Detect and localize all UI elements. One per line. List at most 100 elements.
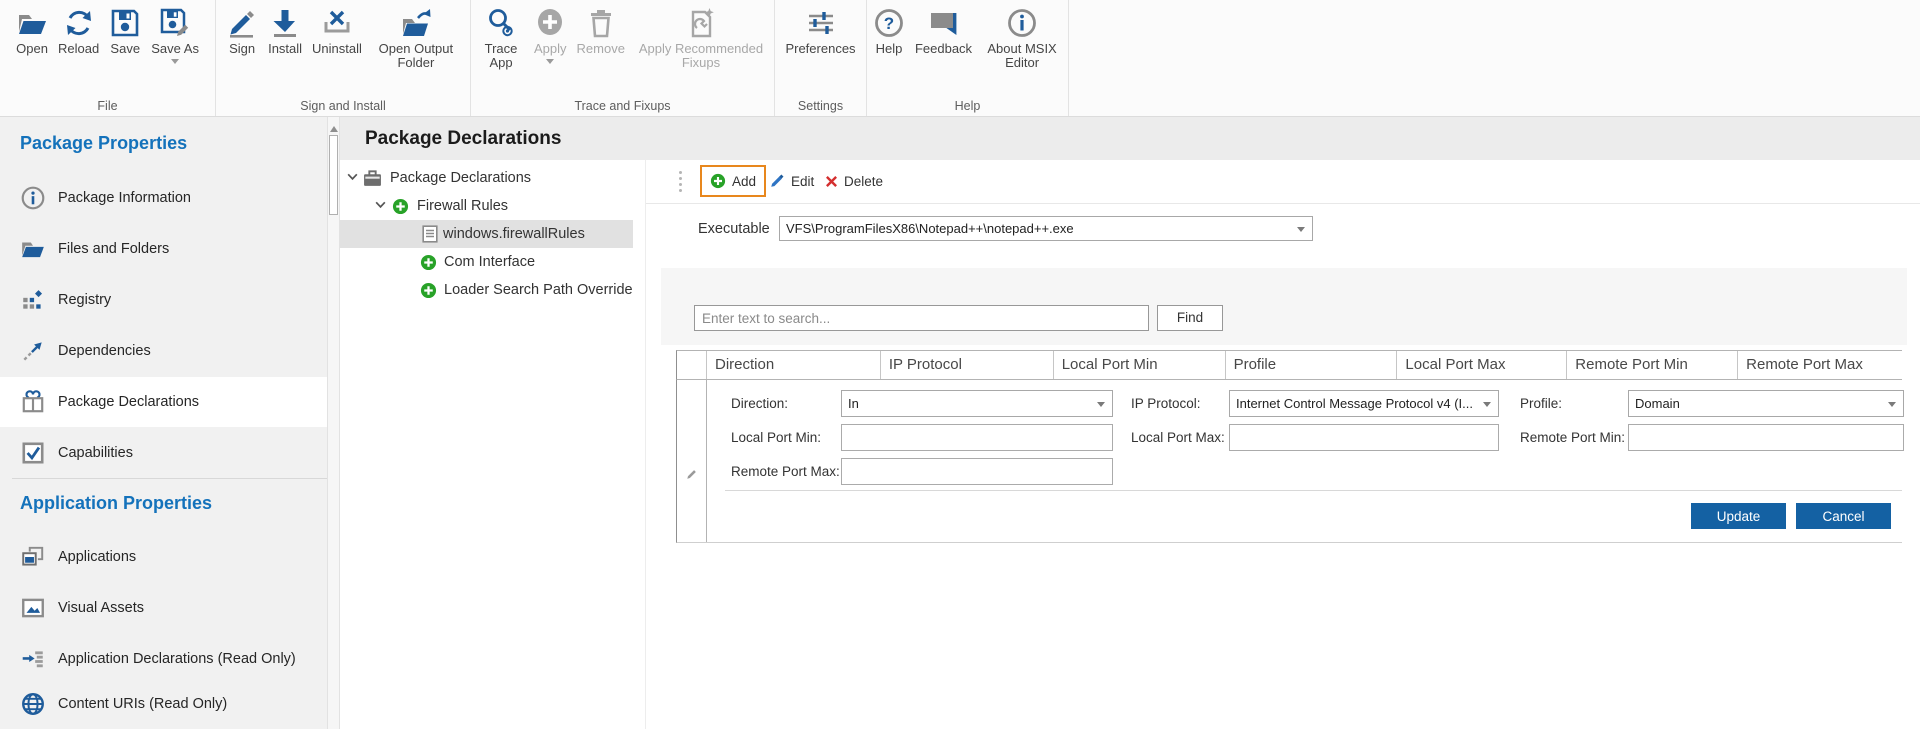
preferences-button[interactable]: Preferences <box>780 7 860 56</box>
globe-icon <box>20 691 46 717</box>
sidebar: Package Properties Package Information F… <box>0 117 327 729</box>
save-as-button[interactable]: Save As <box>146 7 204 68</box>
feedback-button-label: Feedback <box>915 42 972 56</box>
local-port-max-field-label: Local Port Max: <box>1131 424 1225 451</box>
column-header-remote-port-min[interactable]: Remote Port Min <box>1567 351 1738 379</box>
registry-icon <box>20 287 46 313</box>
edit-pencil-icon <box>769 173 785 189</box>
vertical-scrollbar[interactable] <box>327 117 340 729</box>
visual-assets-icon <box>20 595 46 621</box>
open-button-label: Open <box>16 42 48 56</box>
remote-port-max-input[interactable] <box>841 458 1113 485</box>
sign-button-label: Sign <box>229 42 255 56</box>
app-declarations-icon <box>20 646 46 672</box>
sidebar-item-package-information[interactable]: Package Information <box>0 173 327 223</box>
cancel-button[interactable]: Cancel <box>1796 503 1891 529</box>
tree-item-firewall-rules[interactable]: Firewall Rules <box>340 192 644 220</box>
toolbar-drag-handle[interactable] <box>679 171 682 192</box>
column-header-remote-port-max[interactable]: Remote Port Max <box>1738 351 1902 379</box>
ip-protocol-combobox[interactable]: Internet Control Message Protocol v4 (I.… <box>1229 390 1499 417</box>
apply-button-label: Apply <box>534 42 567 56</box>
remote-port-min-input[interactable] <box>1628 424 1904 451</box>
column-header-local-port-max[interactable]: Local Port Max <box>1397 351 1567 379</box>
sign-button[interactable]: Sign <box>221 7 263 56</box>
search-input[interactable] <box>694 305 1149 331</box>
sidebar-item-visual-assets[interactable]: Visual Assets <box>0 583 327 633</box>
local-port-min-input[interactable] <box>841 424 1113 451</box>
tree-item-com-interface[interactable]: Com Interface <box>340 248 644 276</box>
executable-value: VFS\ProgramFilesX86\Notepad++\notepad++.… <box>780 217 1294 240</box>
page-title: Package Declarations <box>365 117 561 160</box>
uninstall-button[interactable]: Uninstall <box>307 7 367 56</box>
msix-editor-window: Open Reload Save Save As File Sign <box>0 0 1920 729</box>
tree-item-windows-firewallrules[interactable]: windows.firewallRules <box>340 220 633 248</box>
sidebar-item-package-declarations[interactable]: Package Declarations <box>0 377 327 427</box>
sidebar-item-applications[interactable]: Applications <box>0 532 327 582</box>
direction-combobox[interactable]: In <box>841 390 1113 417</box>
tree-item-package-declarations[interactable]: Package Declarations <box>340 164 644 192</box>
executable-combobox[interactable]: VFS\ProgramFilesX86\Notepad++\notepad++.… <box>779 216 1313 241</box>
folder-icon <box>20 236 46 262</box>
trace-app-button[interactable]: Trace App <box>473 7 529 70</box>
ribbon: Open Reload Save Save As File Sign <box>0 0 1920 117</box>
info-icon <box>20 185 46 211</box>
help-button-label: Help <box>876 42 903 56</box>
find-button[interactable]: Find <box>1157 305 1223 331</box>
delete-button-label: Delete <box>844 174 883 189</box>
dropdown-arrow-icon <box>1483 402 1491 411</box>
rules-table-header: Direction IP Protocol Local Port Min Pro… <box>676 350 1902 380</box>
apply-recommended-fixups-button[interactable]: Apply Recommended Fixups <box>630 7 772 70</box>
feedback-button[interactable]: Feedback <box>910 7 977 56</box>
scrollbar-thumb[interactable] <box>329 135 338 215</box>
open-output-folder-button[interactable]: Open Output Folder <box>367 7 465 70</box>
direction-field-label: Direction: <box>731 390 788 417</box>
declarations-tree: Package Declarations Firewall Rules wind… <box>340 160 644 729</box>
sidebar-item-files-and-folders[interactable]: Files and Folders <box>0 224 327 274</box>
row-indicator-column-header <box>677 351 707 379</box>
ribbon-group-file-label: File <box>0 99 215 113</box>
save-button[interactable]: Save <box>104 7 146 56</box>
delete-button[interactable]: Delete <box>817 165 891 197</box>
direction-value: In <box>842 391 1094 416</box>
about-msix-editor-button-label: About MSIX Editor <box>982 42 1062 70</box>
sidebar-item-dependencies[interactable]: Dependencies <box>0 326 327 376</box>
ribbon-group-help: ? Help Feedback About MSIX Editor Help <box>867 0 1069 116</box>
capabilities-icon <box>20 440 46 466</box>
tree-item-loader-search-path-override[interactable]: Loader Search Path Override <box>340 276 644 304</box>
edit-button[interactable]: Edit <box>761 165 822 197</box>
save-as-dropdown-chevron-icon[interactable] <box>171 59 179 68</box>
tree-item-label: Firewall Rules <box>417 198 508 214</box>
apply-recommended-fixups-button-label: Apply Recommended Fixups <box>635 42 767 70</box>
column-header-direction[interactable]: Direction <box>707 351 881 379</box>
column-header-local-port-min[interactable]: Local Port Min <box>1054 351 1226 379</box>
chevron-down-icon[interactable] <box>346 170 359 187</box>
add-button[interactable]: Add <box>700 165 766 197</box>
sidebar-item-registry[interactable]: Registry <box>0 275 327 325</box>
column-header-ip-protocol[interactable]: IP Protocol <box>881 351 1054 379</box>
scroll-up-arrow-icon[interactable] <box>330 122 338 132</box>
ribbon-group-sign-install-label: Sign and Install <box>216 99 470 113</box>
local-port-max-input[interactable] <box>1229 424 1499 451</box>
ribbon-group-sign-install: Sign Install Uninstall Open Output Folde… <box>216 0 471 116</box>
column-header-profile[interactable]: Profile <box>1226 351 1398 379</box>
about-msix-editor-button[interactable]: About MSIX Editor <box>977 7 1067 70</box>
document-icon <box>422 225 438 247</box>
remove-button[interactable]: Remove <box>572 7 630 56</box>
sidebar-item-capabilities[interactable]: Capabilities <box>0 428 327 478</box>
save-button-label: Save <box>110 42 140 56</box>
update-button[interactable]: Update <box>1691 503 1786 529</box>
help-button[interactable]: ? Help <box>868 7 910 56</box>
install-button[interactable]: Install <box>263 7 307 56</box>
profile-combobox[interactable]: Domain <box>1628 390 1904 417</box>
open-button[interactable]: Open <box>11 7 53 56</box>
remove-trash-icon <box>585 7 617 39</box>
reload-icon <box>63 7 95 39</box>
reload-button[interactable]: Reload <box>53 7 104 56</box>
sidebar-item-application-declarations[interactable]: Application Declarations (Read Only) <box>0 634 327 684</box>
sidebar-item-content-uris[interactable]: Content URIs (Read Only) <box>0 679 327 729</box>
ip-protocol-field-label: IP Protocol: <box>1131 390 1201 417</box>
chevron-down-icon[interactable] <box>374 198 387 215</box>
apply-button[interactable]: Apply <box>529 7 572 68</box>
page-title-band: Package Declarations <box>340 117 1920 160</box>
add-circle-icon <box>420 282 437 303</box>
